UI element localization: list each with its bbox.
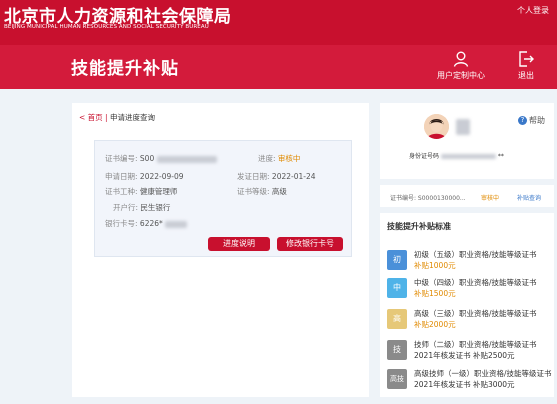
level-badge: 中 bbox=[387, 278, 407, 298]
help-label: 帮助 bbox=[529, 116, 545, 125]
list-item: 技技师（二级）职业资格/技能等级证书 2021年核发证书 补贴2500元 bbox=[387, 338, 552, 366]
modify-bank-card-button[interactable]: 修改银行卡号 bbox=[277, 237, 343, 251]
level-label: 证书等级: bbox=[237, 187, 270, 196]
id-number-label: 身份证号码 bbox=[409, 153, 440, 160]
standard-amount-text: 补贴2000元 bbox=[414, 320, 456, 329]
cert-no-label: 证书编号: bbox=[105, 154, 138, 163]
standard-amount-text: 2021年核发证书 补贴3000元 bbox=[414, 380, 515, 389]
profile-card: ? 帮助 身份证号码 ** bbox=[380, 103, 554, 179]
apply-date-value: 2022-09-09 bbox=[139, 172, 184, 181]
avatar-image bbox=[424, 114, 449, 139]
list-item: 高技 高级技师（一级）职业资格/技能等级证书 2021年核发证书 补贴3000元 bbox=[387, 367, 552, 395]
subsidy-query-link[interactable]: 补贴查询 bbox=[517, 193, 541, 202]
login-link[interactable]: 个人登录 bbox=[517, 5, 549, 16]
id-number-row: 身份证号码 ** bbox=[409, 151, 504, 160]
page-title: 技能提升补贴 bbox=[71, 59, 179, 79]
redacted-block bbox=[156, 155, 217, 163]
breadcrumb-separator: | bbox=[102, 113, 110, 122]
help-icon: ? bbox=[518, 116, 527, 125]
progress-card: < 首页 | 申请进度查询 证书编号: S00 进度: 审核中 申请日期: 20… bbox=[72, 103, 369, 397]
avatar bbox=[424, 114, 449, 139]
level-badge: 高技 bbox=[387, 369, 407, 389]
breadcrumb: < 首页 | 申请进度查询 bbox=[79, 112, 155, 123]
apply-date-label: 申请日期: bbox=[105, 172, 138, 181]
redacted-block bbox=[440, 154, 496, 159]
logout-icon bbox=[519, 51, 534, 67]
level-badge: 技 bbox=[387, 340, 407, 360]
list-item: 初初级（五级）职业资格/技能等级证书 补贴1000元 bbox=[387, 248, 552, 276]
user-center-label: 用户定制中心 bbox=[437, 71, 485, 80]
card-value: 6226* bbox=[139, 219, 163, 228]
level-badge: 初 bbox=[387, 250, 407, 270]
summary-status: 审核中 bbox=[481, 195, 500, 202]
summary-bar: 证书编号: S0000130000... 审核中 补贴查询 bbox=[380, 185, 554, 207]
id-number-suffix: ** bbox=[497, 153, 504, 160]
top-header: 北京市人力资源和社会保障局 BEIJING MUNICIPAL HUMAN RE… bbox=[0, 0, 557, 45]
level-badge: 高 bbox=[387, 309, 407, 329]
standard-amount-text: 补贴1000元 bbox=[414, 261, 456, 270]
user-icon bbox=[453, 51, 469, 67]
bank-value: 民生银行 bbox=[140, 203, 171, 212]
card-label: 银行卡号: bbox=[105, 219, 138, 228]
progress-status: 审核中 bbox=[277, 154, 301, 163]
standards-title: 技能提升补贴标准 bbox=[387, 222, 451, 231]
standard-amount-text: 2021年核发证书 补贴2500元 bbox=[414, 351, 515, 360]
job-label: 证书工种: bbox=[105, 187, 138, 196]
application-record: 证书编号: S00 进度: 审核中 申请日期: 2022-09-09 发证日期:… bbox=[94, 140, 352, 257]
issue-date-label: 发证日期: bbox=[237, 172, 270, 181]
standard-level-text: 高级（三级）职业资格/技能等级证书 bbox=[414, 309, 537, 318]
title-band: 技能提升补贴 用户定制中心 退出 bbox=[0, 45, 557, 89]
list-item: 高高级（三级）职业资格/技能等级证书 补贴2000元 bbox=[387, 307, 552, 335]
standard-level-text: 初级（五级）职业资格/技能等级证书 bbox=[414, 250, 537, 259]
cert-no-value: S00 bbox=[139, 154, 155, 163]
job-value: 健康管理师 bbox=[139, 187, 178, 196]
standard-amount-text: 补贴1500元 bbox=[414, 289, 456, 298]
summary-cert-no: 证书编号: S0000130000... bbox=[390, 195, 466, 202]
standard-level-text: 高级技师（一级）职业资格/技能等级证书 bbox=[414, 369, 552, 378]
standard-level-text: 中级（四级）职业资格/技能等级证书 bbox=[414, 278, 537, 287]
standard-level-text: 技师（二级）职业资格/技能等级证书 bbox=[414, 340, 537, 349]
breadcrumb-current: 申请进度查询 bbox=[109, 113, 155, 122]
list-item: 中中级（四级）职业资格/技能等级证书 补贴1500元 bbox=[387, 276, 552, 304]
user-center-button[interactable]: 用户定制中心 bbox=[437, 50, 485, 81]
redacted-block bbox=[165, 220, 188, 228]
logout-button[interactable]: 退出 bbox=[517, 50, 535, 81]
progress-explain-button[interactable]: 进度说明 bbox=[208, 237, 270, 251]
org-subtitle: BEIJING MUNICIPAL HUMAN RESOURCES AND SO… bbox=[4, 24, 209, 30]
bank-label: 开户行: bbox=[113, 203, 139, 212]
redacted-block bbox=[456, 119, 470, 135]
help-link[interactable]: ? 帮助 bbox=[518, 115, 545, 126]
issue-date-value: 2022-01-24 bbox=[271, 172, 316, 181]
subsidy-standards-card: 技能提升补贴标准 初初级（五级）职业资格/技能等级证书 补贴1000元中中级（四级… bbox=[380, 213, 554, 397]
level-value: 高级 bbox=[271, 187, 287, 196]
logout-label: 退出 bbox=[518, 71, 534, 80]
breadcrumb-home[interactable]: < 首页 bbox=[79, 113, 103, 122]
progress-label: 进度: bbox=[258, 154, 276, 163]
